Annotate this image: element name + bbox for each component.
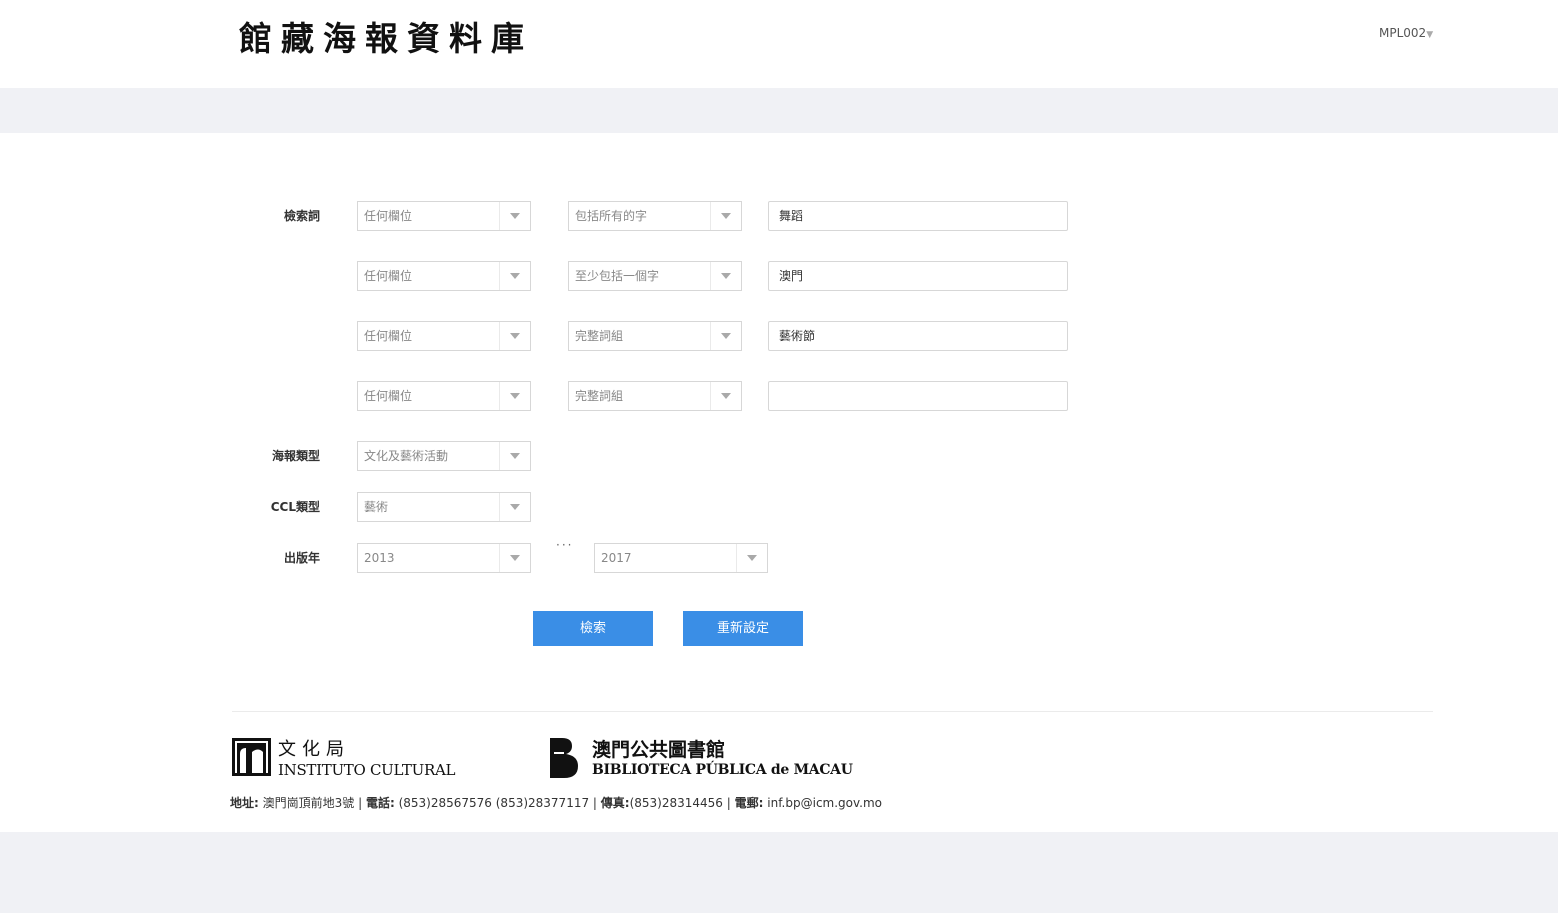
match-select-4[interactable]: 完整詞組: [568, 381, 742, 411]
ccl-type-value: 藝術: [364, 500, 389, 514]
field-select-2[interactable]: 任何欄位: [357, 261, 531, 291]
chevron-down-icon: [510, 213, 520, 219]
year-to-value: 2017: [601, 551, 632, 565]
match-select-3[interactable]: 完整詞組: [568, 321, 742, 351]
instituto-cultural-mark-icon: [232, 738, 271, 776]
phone-value: (853)28567576 (853)28377117: [398, 796, 590, 810]
field-select-4[interactable]: 任何欄位: [357, 381, 531, 411]
chevron-down-icon: [510, 393, 520, 399]
term-input-3[interactable]: 藝術節: [768, 321, 1068, 351]
year-from-select[interactable]: 2013: [357, 543, 531, 573]
address-label: 地址:: [230, 796, 259, 810]
field-select-1[interactable]: 任何欄位: [357, 201, 531, 231]
year-range-separator: ···: [556, 538, 574, 552]
match-select-3-value: 完整詞組: [575, 329, 624, 343]
instituto-cultural-logo[interactable]: 文化局 INSTITUTO CULTURAL: [232, 738, 472, 779]
phone-label: 電話:: [365, 796, 395, 810]
ccl-type-select[interactable]: 藝術: [357, 492, 531, 522]
search-terms-label: 檢索詞: [283, 209, 320, 223]
chevron-down-icon: [510, 453, 520, 459]
field-select-3-value: 任何欄位: [364, 329, 413, 343]
poster-type-value: 文化及藝術活動: [364, 449, 449, 463]
term-input-1-value: 舞蹈: [779, 209, 804, 223]
instituto-cultural-en: INSTITUTO CULTURAL: [278, 761, 456, 779]
user-label: MPL002: [1379, 26, 1427, 40]
chevron-down-icon: [721, 393, 731, 399]
chevron-down-icon: [721, 273, 731, 279]
chevron-down-icon: [510, 555, 520, 561]
term-input-3-value: 藝術節: [779, 329, 816, 343]
chevron-down-icon: [721, 213, 731, 219]
ccl-type-label: CCL類型: [270, 500, 320, 514]
chevron-down-icon: [747, 555, 757, 561]
year-from-value: 2013: [364, 551, 395, 565]
chevron-down-icon: [510, 504, 520, 510]
user-menu[interactable]: MPL002▼: [1379, 26, 1433, 40]
poster-type-select[interactable]: 文化及藝術活動: [357, 441, 531, 471]
poster-type-label: 海報類型: [271, 449, 320, 463]
match-select-2[interactable]: 至少包括一個字: [568, 261, 742, 291]
address-value: 澳門崗頂前地3號: [262, 796, 355, 810]
field-select-4-value: 任何欄位: [364, 389, 413, 403]
field-select-1-value: 任何欄位: [364, 209, 413, 223]
match-select-2-value: 至少包括一個字: [575, 269, 660, 283]
match-select-4-value: 完整詞組: [575, 389, 624, 403]
fax-value: (853)28314456: [629, 796, 723, 810]
term-input-1[interactable]: 舞蹈: [768, 201, 1068, 231]
reset-button[interactable]: 重新設定: [683, 611, 803, 646]
chevron-down-icon: [721, 333, 731, 339]
biblioteca-b-mark-icon: [550, 738, 578, 778]
year-to-select[interactable]: 2017: [594, 543, 768, 573]
biblioteca-publica-logo[interactable]: 澳門公共圖書館 BIBLIOTECA PÚBLICA de MACAU: [548, 738, 853, 778]
fax-label: 傳真:: [600, 796, 630, 810]
contact-info: 地址: 澳門崗頂前地3號 | 電話: (853)28567576 (853)28…: [230, 796, 883, 810]
header: 館藏海報資料庫 MPL002▼: [0, 0, 1558, 88]
instituto-cultural-cn: 文化局: [278, 739, 350, 760]
email-value[interactable]: inf.bp@icm.gov.mo: [767, 796, 882, 810]
search-form: 檢索詞 任何欄位 包括所有的字 舞蹈 任何欄位 至少包括一個字 澳門 任何欄位 …: [0, 133, 1558, 832]
pub-year-label: 出版年: [283, 551, 320, 565]
chevron-down-icon: [510, 333, 520, 339]
site-title[interactable]: 館藏海報資料庫: [239, 18, 533, 60]
field-select-3[interactable]: 任何欄位: [357, 321, 531, 351]
match-select-1[interactable]: 包括所有的字: [568, 201, 742, 231]
match-select-1-value: 包括所有的字: [575, 209, 648, 223]
term-input-2-value: 澳門: [779, 269, 804, 283]
term-input-4[interactable]: [768, 381, 1068, 411]
term-input-2[interactable]: 澳門: [768, 261, 1068, 291]
chevron-down-icon: [510, 273, 520, 279]
biblioteca-cn: 澳門公共圖書館: [592, 739, 726, 761]
banner-band: [0, 88, 1558, 133]
chevron-down-icon: ▼: [1426, 30, 1434, 40]
field-select-2-value: 任何欄位: [364, 269, 413, 283]
footer-divider: [232, 711, 1433, 712]
email-label: 電郵:: [734, 796, 764, 810]
biblioteca-en: BIBLIOTECA PÚBLICA de MACAU: [592, 762, 853, 778]
search-button[interactable]: 檢索: [533, 611, 653, 646]
